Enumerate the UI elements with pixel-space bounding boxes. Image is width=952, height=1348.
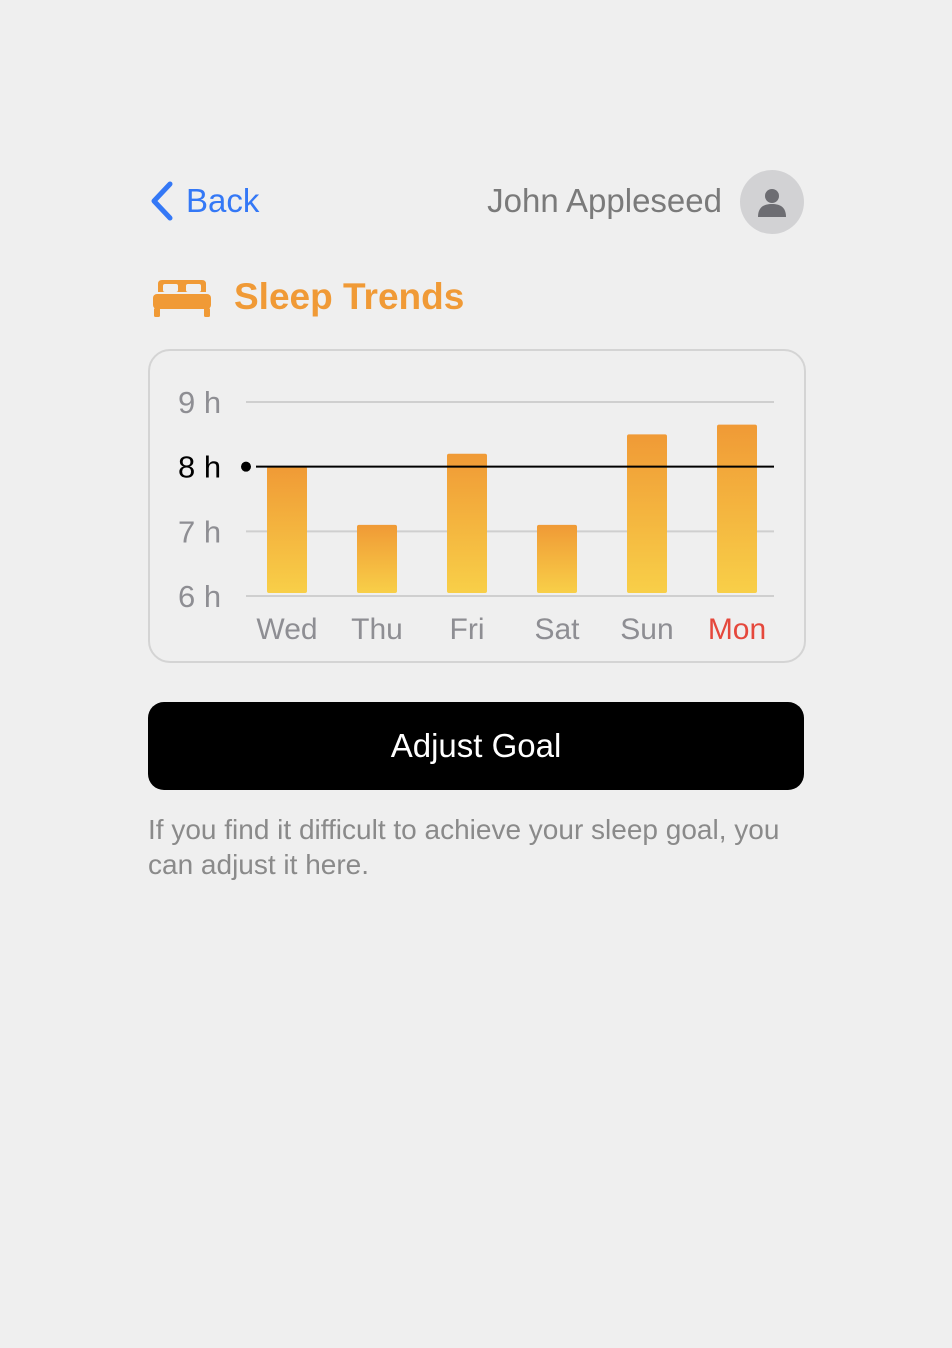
goal-tick-label: 8 h <box>178 450 221 485</box>
section-title: Sleep Trends <box>234 276 465 317</box>
x-tick-label-thu: Thu <box>351 613 403 646</box>
back-label: Back <box>186 182 260 219</box>
section-header: Sleep Trends <box>152 272 464 322</box>
navigation-bar: Back John Appleseed <box>148 168 804 234</box>
adjust-goal-button[interactable]: Adjust Goal <box>148 702 804 790</box>
back-button[interactable]: Back <box>148 178 259 224</box>
y-tick-label: 6 h <box>178 579 221 614</box>
x-tick-label-wed: Wed <box>256 613 317 646</box>
chevron-left-icon <box>151 181 173 221</box>
sleep-chart-card: 6 h 7 h 8 h 9 h Wed Thu Fri Sat Sun Mon <box>148 349 806 663</box>
y-tick-label: 7 h <box>178 514 221 549</box>
avatar[interactable] <box>740 170 804 234</box>
bar-wed[interactable] <box>267 466 307 593</box>
bar-mon[interactable] <box>717 424 757 593</box>
bar-sat[interactable] <box>537 524 577 593</box>
goal-marker <box>241 461 251 472</box>
bed-icon <box>153 280 211 317</box>
x-tick-label-fri: Fri <box>450 613 485 646</box>
bar-thu[interactable] <box>357 524 397 593</box>
user-name: John Appleseed <box>487 182 722 219</box>
x-tick-label-sat: Sat <box>534 613 580 646</box>
x-tick-label-sun: Sun <box>620 613 673 646</box>
bar-fri[interactable] <box>447 453 487 593</box>
sleep-bar-chart: 6 h 7 h 8 h 9 h Wed Thu Fri Sat Sun Mon <box>178 385 774 646</box>
person-icon <box>758 189 786 217</box>
y-tick-label: 9 h <box>178 385 221 420</box>
adjust-goal-hint: If you find it difficult to achieve your… <box>148 814 780 880</box>
bar-sun[interactable] <box>627 434 667 593</box>
x-tick-label-mon: Mon <box>708 613 766 646</box>
